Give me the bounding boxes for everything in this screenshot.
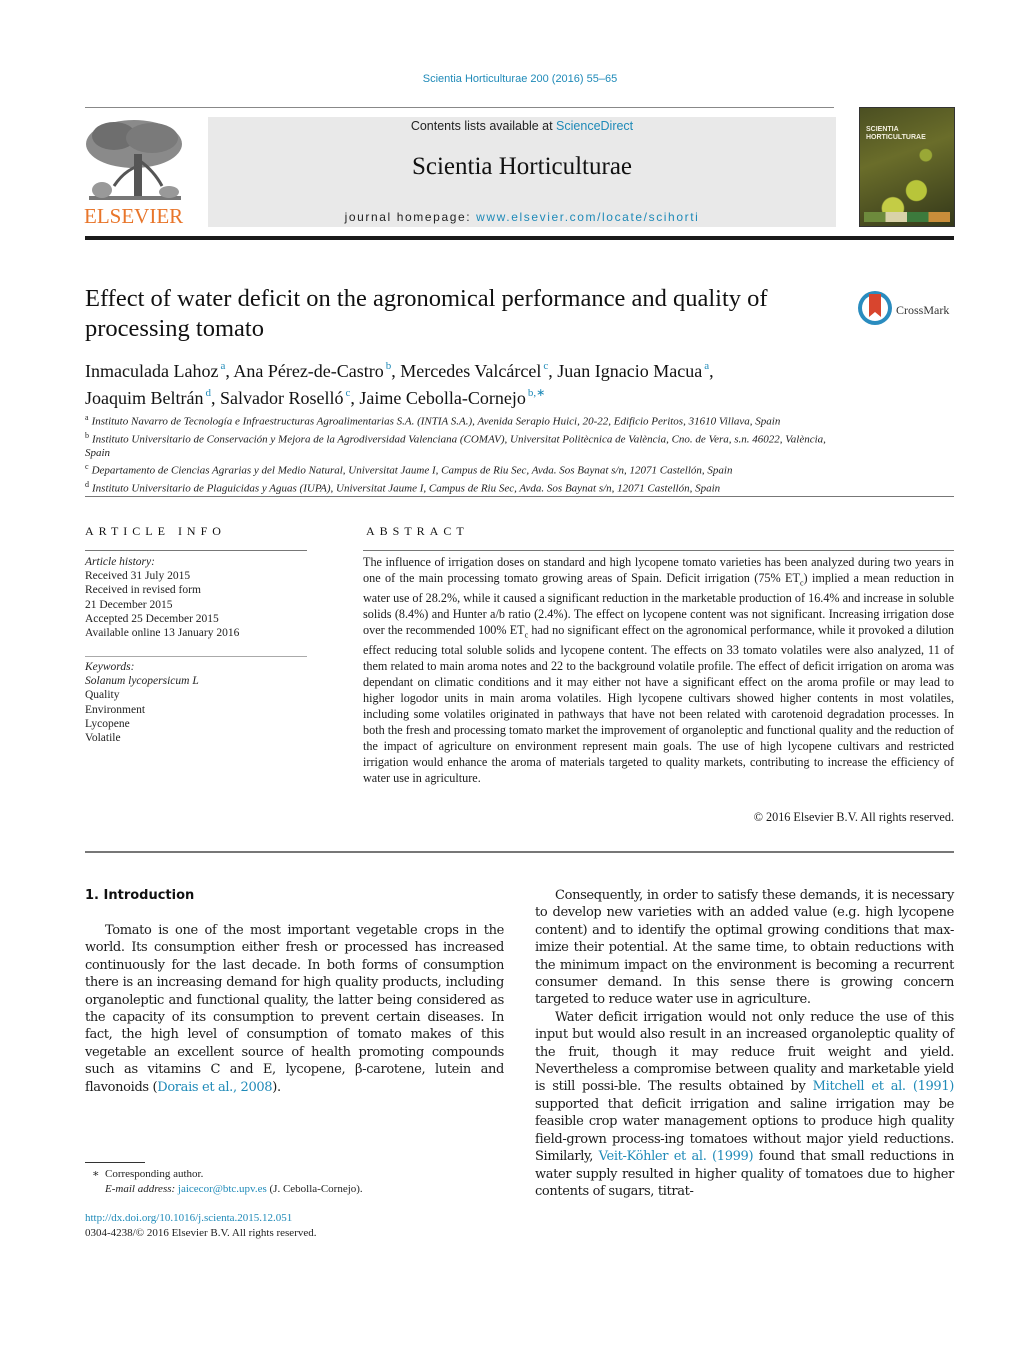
abstract-copyright: © 2016 Elsevier B.V. All rights reserved…	[753, 810, 954, 824]
article-history-label: Article history:	[85, 556, 155, 568]
email-link[interactable]: jaicecor@btc.upv.es	[178, 1183, 267, 1195]
journal-cover-image[interactable]: SCIENTIA HORTICULTURAE	[859, 107, 955, 227]
elsevier-tree-icon	[84, 116, 184, 204]
abstract-heading: ABSTRACT	[366, 524, 469, 538]
author: Joaquim Beltrán	[85, 388, 204, 408]
body-column-left: Tomato is one of the most important vege…	[85, 922, 504, 1096]
crossmark-icon	[858, 291, 892, 325]
citation-link[interactable]: Veit-Köhler et al. (1999)	[599, 1149, 754, 1164]
paragraph: Water deficit irrigation would not only …	[535, 1009, 955, 1199]
author: Mercedes Valcárcel	[400, 361, 542, 381]
cover-title: SCIENTIA HORTICULTURAE	[866, 126, 926, 142]
affiliation-text: Instituto Universitario de Plaguicidas y…	[92, 482, 721, 495]
affiliation-text: Instituto Navarro de Tecnología e Infrae…	[91, 415, 781, 428]
section-heading-introduction: 1. Introduction	[85, 888, 195, 903]
affiliation-mark: d	[85, 479, 89, 489]
history-entry: 21 December 2015	[85, 598, 173, 611]
author-affiliation-link[interactable]: c	[345, 387, 350, 399]
affiliation-text: Departamento de Ciencias Agrarias y del …	[91, 464, 733, 477]
author: Inmaculada Lahoz	[85, 361, 219, 381]
footnote-star: ∗	[92, 1168, 100, 1180]
author: Jaime Cebolla-Cornejo	[359, 388, 526, 408]
journal-reference[interactable]: Scientia Horticulturae 200 (2016) 55–65	[0, 73, 1020, 85]
author: Juan Ignacio Macua	[557, 361, 703, 381]
affiliation-mark: b	[85, 430, 89, 440]
homepage-prefix: journal homepage:	[344, 210, 477, 224]
footnote-text: Corresponding author.	[104, 1168, 204, 1180]
journal-homepage: journal homepage: www.elsevier.com/locat…	[208, 210, 836, 224]
keywords-label: Keywords:	[85, 661, 135, 673]
contents-availability: Contents lists available at ScienceDirec…	[208, 119, 836, 133]
keywords: Keywords: Solanum lycopersicum L Quality…	[85, 660, 307, 745]
issn-copyright: 0304-4238/© 2016 Elsevier B.V. All right…	[85, 1227, 317, 1239]
footnote-divider	[85, 1162, 145, 1163]
journal-masthead: Contents lists available at ScienceDirec…	[208, 117, 836, 227]
contents-prefix: Contents lists available at	[410, 119, 557, 133]
journal-homepage-link[interactable]: www.elsevier.com/locate/scihorti	[476, 210, 699, 224]
doi-link[interactable]: http://dx.doi.org/10.1016/j.scienta.2015…	[85, 1212, 292, 1224]
article-title: Effect of water deficit on the agronomic…	[85, 285, 768, 342]
history-entry: Accepted 25 December 2015	[85, 612, 219, 625]
keyword: Environment	[85, 703, 146, 716]
history-entry: Received 31 July 2015	[85, 570, 191, 583]
paragraph: Tomato is one of the most important vege…	[85, 923, 504, 1095]
paragraph: Consequently, in order to satisfy these …	[535, 888, 954, 1008]
citation-link[interactable]: Dorais et al., 2008	[157, 1080, 272, 1095]
history-entry: Available online 13 January 2016	[85, 627, 240, 640]
cover-strip	[864, 212, 950, 222]
divider	[85, 496, 954, 497]
article-info-heading: ARTICLE INFO	[85, 524, 226, 538]
doi-block: http://dx.doi.org/10.1016/j.scienta.2015…	[85, 1211, 485, 1241]
cover-title-line1: SCIENTIA	[866, 126, 899, 133]
journal-title: Scientia Horticulturae	[411, 153, 633, 180]
elsevier-wordmark: ELSEVIER	[84, 204, 184, 228]
elsevier-logo[interactable]: ELSEVIER	[84, 116, 188, 228]
history-entry: Received in revised form	[85, 584, 201, 597]
keywords-divider	[85, 656, 307, 657]
article-history: Article history: Received 31 July 2015 R…	[85, 555, 307, 640]
author-affiliation-link[interactable]: b,∗	[528, 387, 545, 399]
divider	[85, 851, 954, 853]
author-affiliation-link[interactable]: b	[386, 360, 392, 372]
affiliation-mark: c	[85, 462, 89, 472]
affiliation-list: a Instituto Navarro de Tecnología e Infra…	[85, 411, 845, 496]
abstract-text: The influence of irrigation doses on sta…	[363, 555, 955, 785]
author-list: Inmaculada Lahoz a, Ana Pérez-de-Castro b,…	[85, 360, 714, 408]
abstract-divider	[363, 550, 954, 551]
affiliation: b Instituto Universitario de Conservación…	[85, 429, 845, 461]
citation-link[interactable]: Mitchell et al. (1991)	[813, 1079, 955, 1094]
author: Ana Pérez-de-Castro	[233, 361, 384, 381]
body-column-right: Consequently, in order to satisfy these …	[535, 887, 954, 1200]
keyword: Solanum lycopersicum L	[85, 675, 199, 688]
sciencedirect-link[interactable]: ScienceDirect	[556, 119, 633, 133]
affiliation-mark: a	[85, 413, 89, 422]
affiliation: a Instituto Navarro de Tecnología e Infra…	[85, 411, 845, 429]
author-affiliation-link[interactable]: a	[220, 360, 225, 372]
email-owner: (J. Cebolla-Cornejo).	[269, 1183, 363, 1195]
keyword: Volatile	[85, 732, 121, 745]
author-affiliation-link[interactable]: d	[205, 387, 211, 399]
article-info-divider	[85, 550, 307, 551]
crossmark-badge[interactable]: CrossMark	[858, 291, 958, 331]
keyword: Lycopene	[85, 717, 130, 730]
author-affiliation-link[interactable]: a	[704, 360, 709, 372]
header-divider	[85, 107, 834, 108]
author-affiliation-link[interactable]: c	[543, 360, 548, 372]
affiliation: d Instituto Universitario de Plaguicidas …	[85, 478, 845, 496]
corresponding-author-footnote: ∗ Corresponding author. E-mail address: …	[92, 1167, 492, 1197]
keyword: Quality	[85, 689, 120, 702]
affiliation: c Departamento de Ciencias Agrarias y del…	[85, 460, 845, 478]
crossmark-label: CrossMark	[896, 303, 950, 317]
email-label: E-mail address:	[105, 1183, 176, 1195]
header-thick-rule	[85, 236, 954, 240]
cover-title-line2: HORTICULTURAE	[866, 134, 926, 141]
affiliation-text: Instituto Universitario de Conservación …	[85, 433, 826, 460]
author: Salvador Roselló	[219, 388, 344, 408]
